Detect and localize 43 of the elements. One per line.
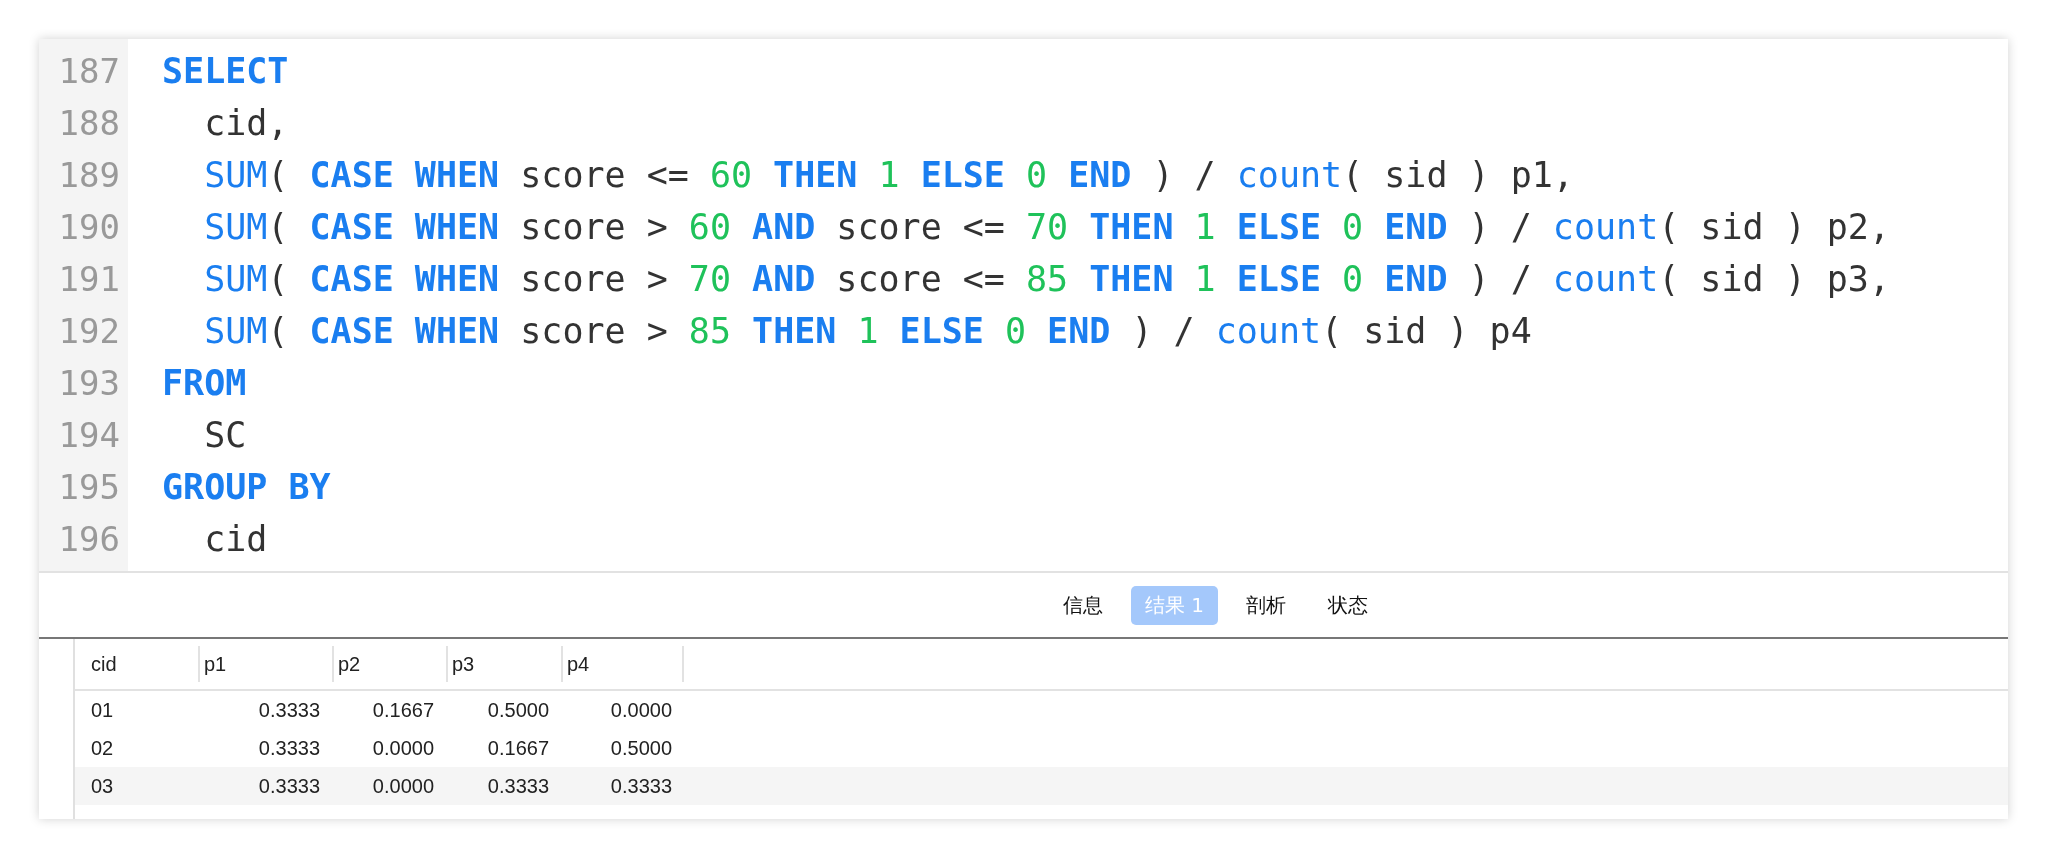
table-cell-text: 0.1667 xyxy=(371,698,435,722)
code-line: SELECT xyxy=(162,50,289,93)
line-number: 192 xyxy=(57,310,120,353)
code-line: SUM( CASE WHEN score > 70 AND score <= 85 THEN 1 ELSE 0 END ) / count( sid ) p3, xyxy=(203,258,1890,301)
table-cell-text: 0.3333 xyxy=(257,698,321,722)
line-number: 189 xyxy=(57,154,120,197)
result-tab[interactable]: 状态 xyxy=(1314,585,1383,625)
code-line: SC xyxy=(203,414,247,457)
code-line: FROM xyxy=(162,362,247,405)
table-cell-text: 03 xyxy=(90,774,115,798)
line-number: 196 xyxy=(57,518,120,561)
table-cell-text: 0.5000 xyxy=(609,736,673,760)
table-cell-text: 02 xyxy=(90,736,115,760)
table-cell-text: 0.3333 xyxy=(486,774,550,798)
code-line: SUM( CASE WHEN score <= 60 THEN 1 ELSE 0 END ) / count( sid ) p1, xyxy=(203,154,1574,197)
table-cell-text: 0.0000 xyxy=(371,774,435,798)
line-number: 194 xyxy=(57,414,120,457)
code-line: SUM( CASE WHEN score > 60 AND score <= 70 THEN 1 ELSE 0 END ) / count( sid ) p2, xyxy=(203,206,1890,249)
line-number: 190 xyxy=(57,206,120,249)
line-number: 193 xyxy=(57,362,120,405)
column-header: p4 xyxy=(561,646,684,682)
table-cell-text: 0.5000 xyxy=(486,698,550,722)
result-tab[interactable]: 信息 xyxy=(1049,585,1117,625)
column-header: p2 xyxy=(332,646,446,682)
code-line: cid xyxy=(203,518,268,561)
table-cell-text: 0.3333 xyxy=(257,774,321,798)
column-header: p3 xyxy=(446,646,561,682)
table-cell-text: 0.0000 xyxy=(371,736,435,760)
table-cell-text: 0.0000 xyxy=(609,698,673,722)
line-number: 187 xyxy=(57,50,120,93)
table-cell-text: 01 xyxy=(90,698,115,722)
code-line: cid, xyxy=(203,102,289,145)
code-line: GROUP BY xyxy=(162,466,331,509)
code-line: SUM( CASE WHEN score > 85 THEN 1 ELSE 0 END ) / count( sid ) p4 xyxy=(203,310,1532,353)
column-header: p1 xyxy=(198,646,332,682)
line-number: 188 xyxy=(57,102,120,145)
table-cell-text: 0.3333 xyxy=(257,736,321,760)
result-tab[interactable]: 剖析 xyxy=(1232,585,1301,625)
column-header: cid xyxy=(90,651,118,677)
table-cell-text: 0.3333 xyxy=(609,774,673,798)
line-number: 195 xyxy=(57,466,120,509)
table-cell-text: 0.1667 xyxy=(486,736,550,760)
line-number: 191 xyxy=(57,258,120,301)
